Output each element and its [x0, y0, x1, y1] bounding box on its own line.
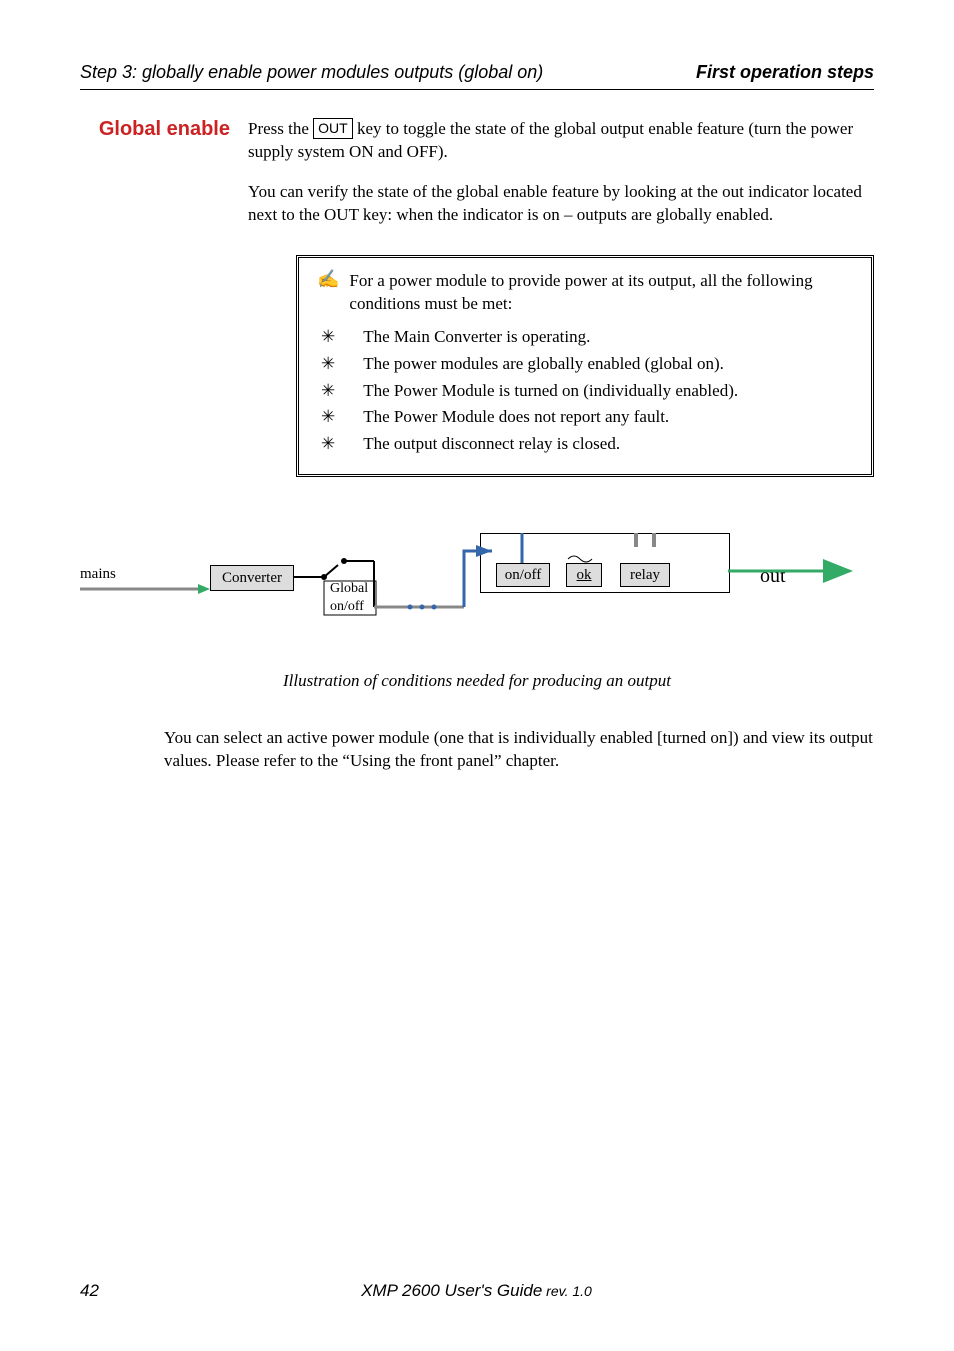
footer-title: XMP 2600 User's Guide rev. 1.0 — [361, 1281, 592, 1301]
diagram-caption: Illustration of conditions needed for pr… — [80, 671, 874, 691]
note-item-text: The power modules are globally enabled (… — [363, 353, 724, 376]
paragraph-1: Press the OUT key to toggle the state of… — [248, 118, 874, 164]
header-right: First operation steps — [696, 62, 874, 83]
note-item-text: The Power Module is turned on (individua… — [363, 380, 738, 403]
bullet-icon: ✳ — [321, 406, 335, 429]
diagram-svg — [80, 511, 880, 661]
bullet-icon: ✳ — [321, 326, 335, 349]
footer-title-a: XMP 2600 User's Guide — [361, 1281, 542, 1300]
heading-row: Global enable Press the OUT key to toggl… — [80, 118, 874, 511]
page-header: Step 3: globally enable power modules ou… — [80, 62, 874, 90]
bullet-icon: ✳ — [321, 353, 335, 376]
paragraph-3: You can select an active power module (o… — [164, 727, 874, 773]
para1-a: Press the — [248, 119, 313, 138]
hand-icon: ✍ — [317, 270, 339, 316]
note-box: ✍ For a power module to provide power at… — [296, 255, 874, 478]
note-list: ✳ The Main Converter is operating. ✳ The p… — [321, 326, 853, 457]
paragraph-2: You can verify the state of the global e… — [248, 181, 874, 227]
out-key: OUT — [313, 118, 353, 139]
side-heading: Global enable — [80, 118, 230, 141]
page-footer: 42 XMP 2600 User's Guide rev. 1.0 — [80, 1281, 874, 1301]
footer-title-b: rev. 1.0 — [542, 1283, 592, 1299]
header-left: Step 3: globally enable power modules ou… — [80, 62, 543, 83]
note-item: ✳ The Power Module does not report any fa… — [321, 406, 853, 429]
note-lead: ✍ For a power module to provide power at… — [317, 270, 853, 316]
note-item-text: The Power Module does not report any fau… — [363, 406, 669, 429]
note-item: ✳ The power modules are globally enabled … — [321, 353, 853, 376]
bullet-icon: ✳ — [321, 380, 335, 403]
footer-spacer — [854, 1281, 874, 1301]
diagram: mains Converter Global on/off on/off ok … — [80, 511, 874, 661]
page-number: 42 — [80, 1281, 99, 1301]
body-column: Press the OUT key to toggle the state of… — [248, 118, 874, 511]
note-item: ✳ The output disconnect relay is closed. — [321, 433, 853, 456]
note-item: ✳ The Main Converter is operating. — [321, 326, 853, 349]
note-lead-text: For a power module to provide power at i… — [349, 270, 853, 316]
note-item-text: The output disconnect relay is closed. — [363, 433, 620, 456]
note-item: ✳ The Power Module is turned on (individu… — [321, 380, 853, 403]
note-item-text: The Main Converter is operating. — [363, 326, 590, 349]
bullet-icon: ✳ — [321, 433, 335, 456]
